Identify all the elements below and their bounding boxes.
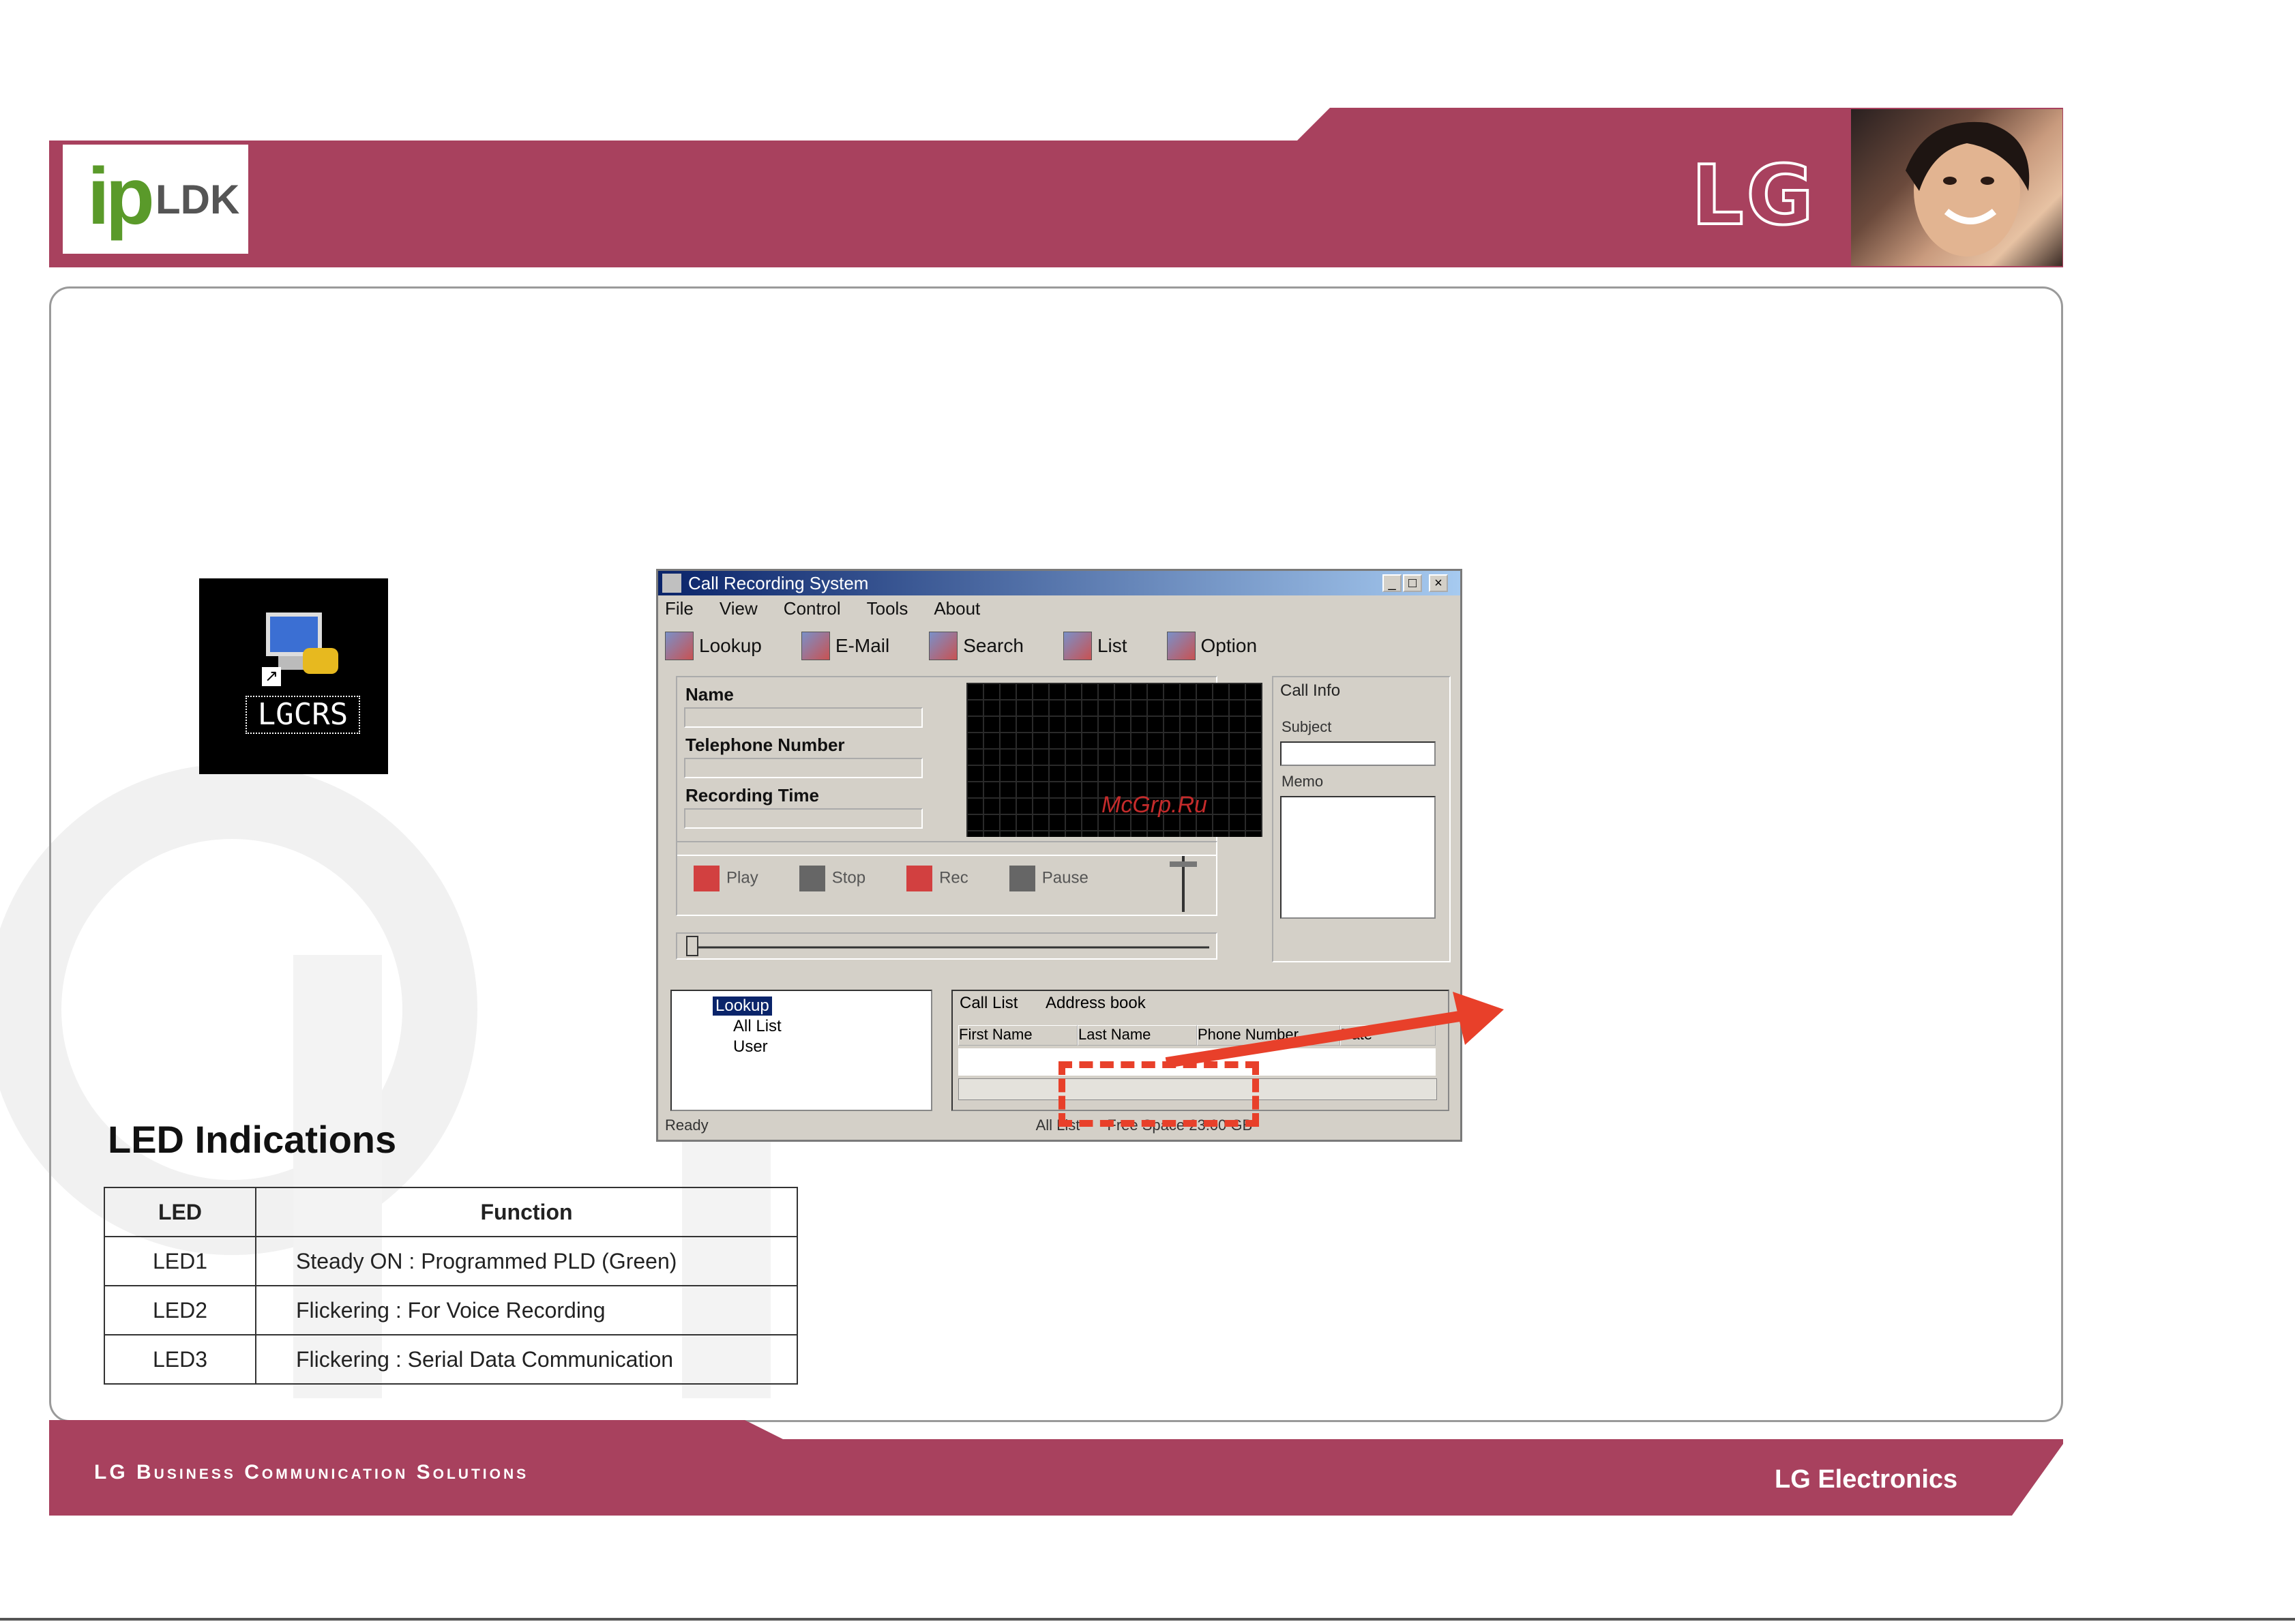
menu-file[interactable]: File	[665, 598, 694, 621]
volume-slider[interactable]	[1164, 852, 1202, 915]
woman-photo-icon	[1906, 121, 2030, 256]
name-label: Name	[685, 684, 734, 705]
tab-call-list[interactable]: Call List	[960, 994, 1018, 1013]
position-slider[interactable]	[676, 932, 1217, 960]
memo-label: Memo	[1282, 773, 1324, 790]
stop-icon	[799, 866, 825, 891]
status-bar: Ready All List Free Space 23.00 GB	[665, 1117, 1449, 1138]
call-info-tab[interactable]: Call Info	[1280, 681, 1340, 700]
lookup-button[interactable]: Lookup	[665, 632, 762, 660]
lookup-label: Lookup	[699, 635, 762, 656]
function-cell: Flickering : For Voice Recording	[255, 1285, 798, 1335]
bottom-divider	[0, 1618, 2295, 1621]
call-info-side-panel: Call Info Subject Memo	[1272, 676, 1451, 962]
led-cell: LED1	[104, 1236, 256, 1286]
play-label: Play	[726, 868, 758, 887]
maximize-button[interactable]: □	[1403, 574, 1422, 592]
tree-item-lookup[interactable]: Lookup	[713, 996, 772, 1016]
email-label: E-Mail	[835, 635, 890, 656]
memo-field[interactable]	[1280, 796, 1436, 919]
function-cell: Flickering : Serial Data Communication	[255, 1334, 798, 1385]
desktop-icon-label[interactable]: LGCRS	[246, 696, 360, 734]
lg-brand-mark: LG	[1690, 147, 1816, 245]
menu-tools[interactable]: Tools	[867, 598, 908, 621]
search-button[interactable]: Search	[929, 632, 1024, 660]
menu-bar: File View Control Tools About	[665, 598, 980, 621]
search-icon	[929, 632, 958, 660]
email-button[interactable]: E-Mail	[801, 632, 889, 660]
list-label: List	[1097, 635, 1127, 656]
play-icon	[694, 866, 720, 891]
telephone-field[interactable]	[684, 758, 923, 778]
app-icon	[662, 574, 681, 593]
led-column-header: LED	[104, 1187, 256, 1237]
toolbar: Lookup E-Mail Search List Option	[665, 625, 1449, 666]
tree-item-user[interactable]: User	[733, 1037, 768, 1057]
call-info-panel: Name Telephone Number Recording Time McG…	[676, 676, 1262, 856]
phone-icon	[303, 648, 338, 674]
header-photo	[1851, 109, 2062, 266]
window-title: Call Recording System	[658, 571, 1460, 595]
recording-time-field[interactable]	[684, 808, 923, 829]
stop-button[interactable]: Stop	[799, 866, 865, 891]
function-column-header: Function	[255, 1187, 798, 1237]
table-header-row: LED Function	[104, 1187, 798, 1237]
led-cell: LED2	[104, 1285, 256, 1335]
col-first-name[interactable]: First Name	[958, 1025, 1078, 1046]
list-icon	[1063, 632, 1092, 660]
pause-button[interactable]: Pause	[1009, 866, 1089, 891]
menu-about[interactable]: About	[934, 598, 980, 621]
playback-controls: Play Stop Rec Pause	[676, 841, 1217, 916]
scope-watermark: McGrp.Ru	[1101, 792, 1207, 818]
rec-icon	[906, 866, 933, 891]
subject-label: Subject	[1282, 718, 1332, 735]
lookup-icon	[665, 632, 694, 660]
subject-field[interactable]	[1280, 741, 1436, 766]
option-label: Option	[1200, 635, 1258, 656]
play-button[interactable]: Play	[694, 866, 758, 891]
telephone-label: Telephone Number	[685, 735, 845, 755]
pause-icon	[1009, 866, 1035, 891]
option-button[interactable]: Option	[1166, 632, 1258, 660]
shortcut-arrow-icon: ↗	[262, 667, 281, 686]
rec-label: Rec	[939, 868, 968, 887]
table-row: LED3 Flickering : Serial Data Communicat…	[104, 1334, 798, 1385]
search-label: Search	[963, 635, 1024, 656]
table-row: LED1 Steady ON : Programmed PLD (Green)	[104, 1236, 798, 1286]
footer-tagline: LG Business Communication Solutions	[94, 1461, 529, 1483]
name-field[interactable]	[684, 707, 923, 728]
led-cell: LED3	[104, 1334, 256, 1385]
email-icon	[801, 632, 830, 660]
close-button[interactable]: ×	[1429, 574, 1448, 592]
rec-button[interactable]: Rec	[906, 866, 968, 891]
pointer-arrow-icon	[1165, 992, 1504, 1068]
tree-item-all-list[interactable]: All List	[733, 1017, 782, 1036]
logo-ldk-text: LDK	[156, 177, 240, 222]
led-indications-title: LED Indications	[108, 1118, 397, 1161]
status-ready: Ready	[665, 1117, 709, 1134]
minimize-button[interactable]: _	[1382, 574, 1402, 592]
logo-ip-text: ip	[87, 151, 155, 241]
footer-company: LG Electronics	[1775, 1465, 1958, 1494]
option-icon	[1166, 632, 1196, 660]
list-button[interactable]: List	[1063, 632, 1127, 660]
function-cell: Steady ON : Programmed PLD (Green)	[255, 1236, 798, 1286]
lgcrs-desktop-icon[interactable]	[199, 578, 388, 774]
tab-address-book[interactable]: Address book	[1046, 994, 1146, 1013]
pause-label: Pause	[1041, 868, 1089, 887]
stop-label: Stop	[831, 868, 866, 887]
menu-control[interactable]: Control	[784, 598, 841, 621]
tree-view: Lookup All List User	[670, 990, 932, 1111]
position-track-icon	[686, 936, 1209, 956]
table-row: LED2 Flickering : For Voice Recording	[104, 1285, 798, 1335]
led-table: LED Function LED1 Steady ON : Programmed…	[104, 1187, 798, 1385]
recording-time-label: Recording Time	[685, 785, 820, 806]
menu-view[interactable]: View	[720, 598, 758, 621]
